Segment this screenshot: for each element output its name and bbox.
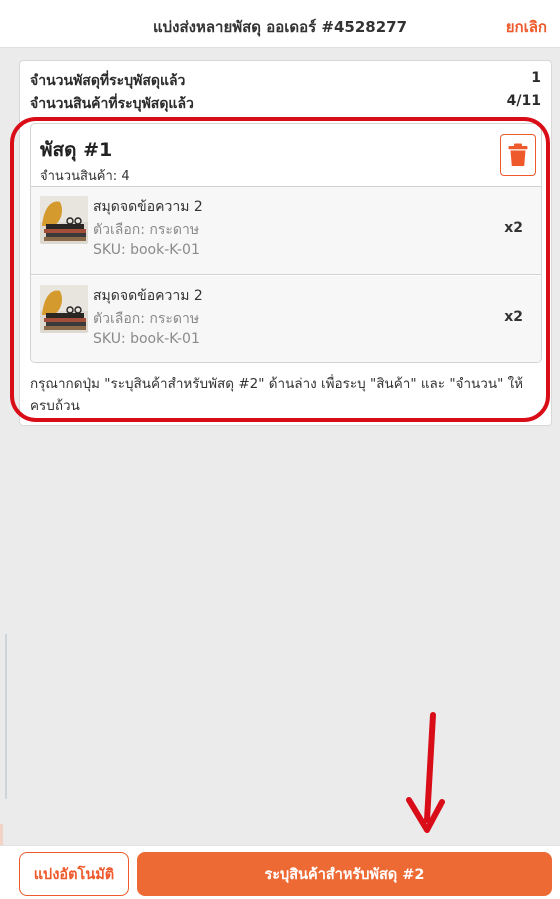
parcel-item-count: จำนวนสินค้า: 4: [40, 169, 130, 184]
list-item: สมุดจดข้อความ 2 ตัวเลือก: กระดาษ SKU: bo…: [31, 187, 541, 275]
instruction-text: กรุณากดปุ่ม "ระบุสินค้าสำหรับพัสดุ #2" ด…: [30, 376, 524, 414]
product-option: ตัวเลือก: กระดาษ: [93, 222, 200, 238]
trash-icon: [508, 143, 528, 166]
item-count-label: จำนวนสินค้าที่ระบุพัสดุแล้ว: [30, 96, 194, 112]
parcel-header: พัสดุ #1 จำนวนสินค้า: 4: [31, 124, 541, 187]
top-bar: แบ่งส่งหลายพัสดุ ออเดอร์ #4528277 ยกเลิก: [0, 0, 560, 48]
product-quantity: x2: [504, 220, 523, 236]
item-count-value: 4/11: [506, 93, 541, 109]
list-item: สมุดจดข้อความ 2 ตัวเลือก: กระดาษ SKU: bo…: [31, 276, 541, 362]
split-summary-card: จำนวนพัสดุที่ระบุพัสดุแล้ว 1 จำนวนสินค้า…: [19, 60, 552, 426]
product-option: ตัวเลือก: กระดาษ: [93, 311, 200, 327]
bottom-action-bar: แบ่งอัตโนมัติ ระบุสินค้าสำหรับพัสดุ #2: [0, 845, 560, 899]
product-thumbnail: [40, 285, 88, 333]
parcel-title: พัสดุ #1: [40, 139, 113, 161]
product-name: สมุดจดข้อความ 2: [93, 199, 203, 215]
parcel-count-label: จำนวนพัสดุที่ระบุพัสดุแล้ว: [30, 73, 186, 89]
product-quantity: x2: [504, 309, 523, 325]
delete-parcel-button[interactable]: [500, 134, 536, 176]
cancel-button[interactable]: ยกเลิก: [506, 15, 547, 39]
page-title: แบ่งส่งหลายพัสดุ ออเดอร์ #4528277: [152, 18, 408, 36]
assign-parcel-2-button[interactable]: ระบุสินค้าสำหรับพัสดุ #2: [137, 852, 552, 896]
scrollbar-track: [5, 634, 7, 799]
product-name: สมุดจดข้อความ 2: [93, 288, 203, 304]
auto-split-button[interactable]: แบ่งอัตโนมัติ: [19, 852, 129, 896]
product-sku: SKU: book-K-01: [93, 242, 200, 258]
parcel-card: พัสดุ #1 จำนวนสินค้า: 4 สมุดจดข้อความ 2 …: [30, 123, 542, 363]
item-count-row: จำนวนสินค้าที่ระบุพัสดุแล้ว 4/11: [30, 93, 541, 115]
parcel-count-value: 1: [531, 70, 541, 86]
product-sku: SKU: book-K-01: [93, 331, 200, 347]
product-thumbnail: [40, 196, 88, 244]
parcel-count-row: จำนวนพัสดุที่ระบุพัสดุแล้ว 1: [30, 70, 541, 92]
down-arrow-annotation: [406, 712, 445, 833]
